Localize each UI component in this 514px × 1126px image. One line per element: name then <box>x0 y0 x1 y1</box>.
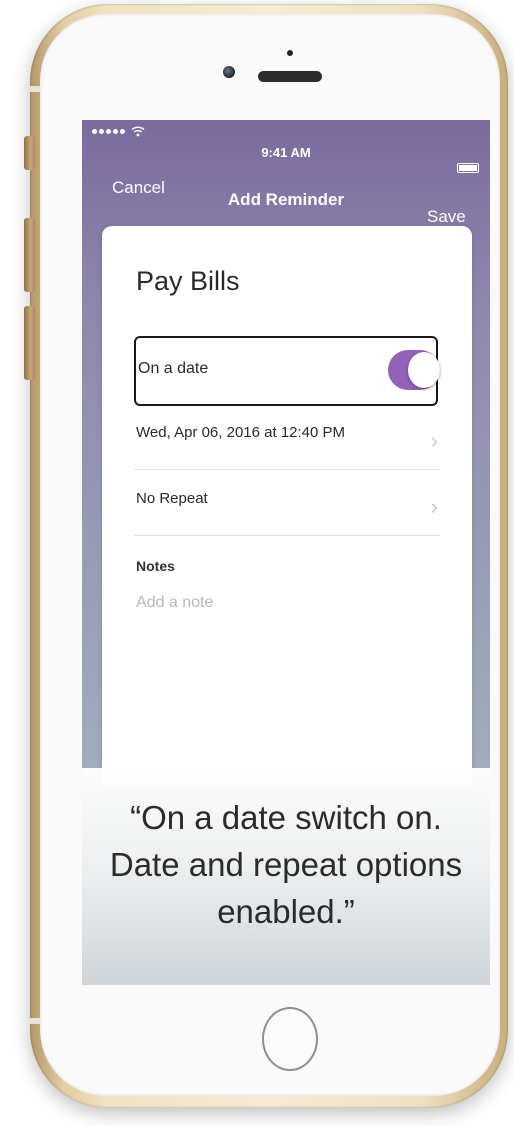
proximity-sensor <box>287 50 293 56</box>
on-a-date-label: On a date <box>138 360 209 377</box>
wifi-icon <box>131 126 145 137</box>
home-button[interactable] <box>262 1007 318 1071</box>
row-divider <box>134 535 440 536</box>
status-time: 9:41 AM <box>261 145 311 160</box>
repeat-row[interactable]: No Repeat › <box>134 476 440 536</box>
on-a-date-switch[interactable] <box>388 350 440 390</box>
earpiece-speaker <box>258 71 322 82</box>
date-value: Wed, Apr 06, 2016 at 12:40 PM <box>136 424 346 441</box>
mute-switch <box>24 136 35 170</box>
repeat-value: No Repeat <box>136 490 208 507</box>
on-a-date-row[interactable]: On a date <box>134 336 440 406</box>
notes-label: Notes <box>136 558 175 574</box>
caption-text: “On a date switch on. Date and repeat op… <box>109 799 463 930</box>
antenna-band-bottom <box>30 1018 40 1024</box>
battery-icon <box>457 163 479 173</box>
reminder-title[interactable]: Pay Bills <box>136 266 240 297</box>
signal-dots-icon <box>92 129 125 134</box>
volume-up-button <box>24 218 35 292</box>
save-button[interactable]: Save <box>427 207 466 227</box>
date-row[interactable]: Wed, Apr 06, 2016 at 12:40 PM › <box>134 410 440 470</box>
antenna-band-top <box>30 86 40 92</box>
caption-overlay: “On a date switch on. Date and repeat op… <box>82 768 490 985</box>
front-camera-icon <box>223 66 235 78</box>
phone-screen: 9:41 AM Cancel Add Reminder Save Pay Bil… <box>82 120 490 985</box>
navigation-bar: Cancel Add Reminder Save <box>82 178 490 226</box>
status-bar: 9:41 AM <box>82 120 490 173</box>
volume-down-button <box>24 306 35 380</box>
chevron-right-icon: › <box>430 494 438 519</box>
notes-input[interactable]: Add a note <box>136 594 213 612</box>
reminder-form-card: Pay Bills On a date Wed, Apr 06, 2016 at… <box>102 226 472 786</box>
switch-knob <box>408 352 440 388</box>
row-divider <box>134 469 440 470</box>
chevron-right-icon: › <box>430 428 438 453</box>
